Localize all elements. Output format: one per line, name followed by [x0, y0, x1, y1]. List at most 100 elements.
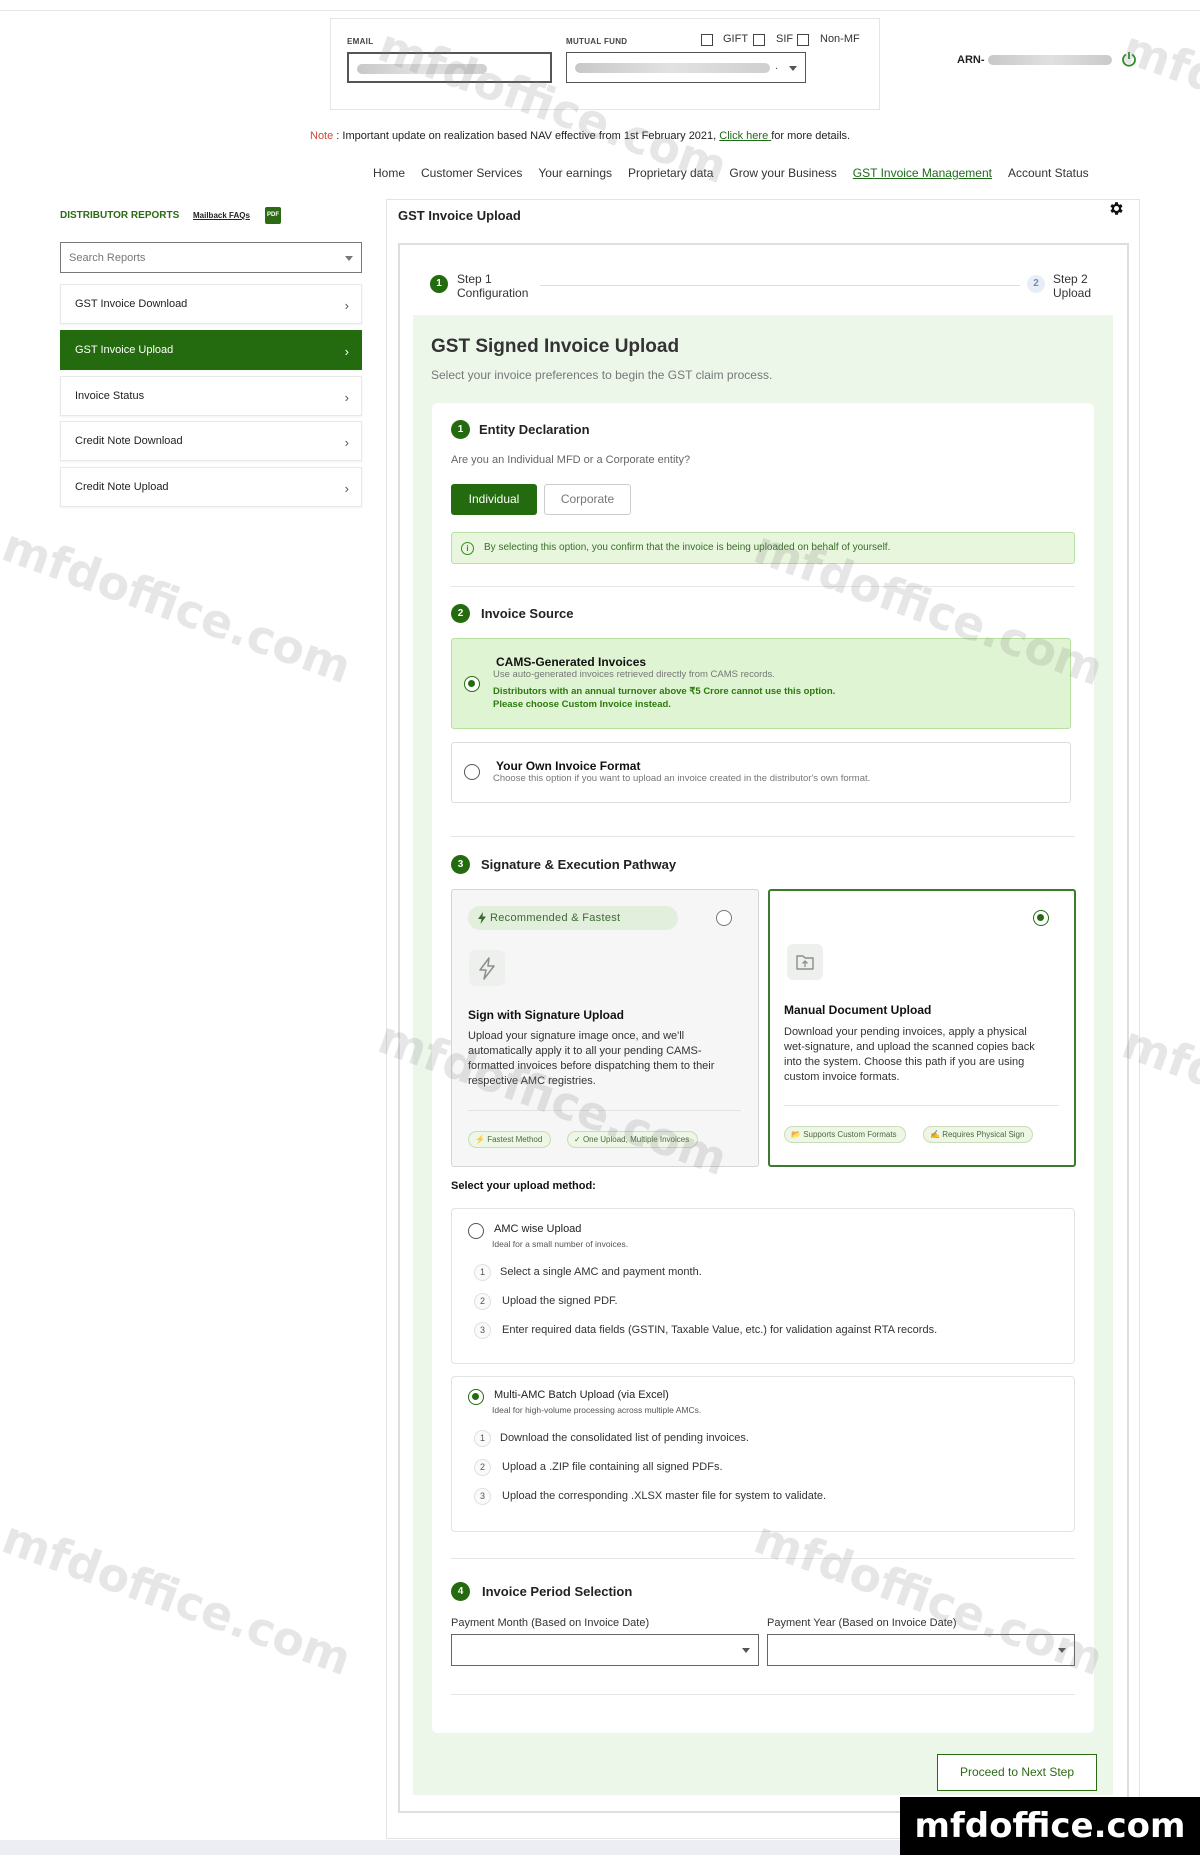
top-divider: [0, 10, 1200, 11]
gear-icon[interactable]: [1108, 200, 1125, 217]
cams-warning-line-1: Distributors with an annual turnover abo…: [493, 686, 836, 697]
non-mf-checkbox[interactable]: [797, 34, 809, 46]
sif-label: SIF: [776, 33, 794, 45]
note-click-here-link[interactable]: Click here: [719, 130, 771, 142]
tag-label: Requires Physical Sign: [942, 1130, 1025, 1139]
nav-your-earnings[interactable]: Your earnings: [538, 166, 612, 180]
sidebar-item-invoice-status[interactable]: Invoice Status ›: [60, 376, 362, 416]
manual-upload-description: Download your pending invoices, apply a …: [784, 1026, 1035, 1083]
cams-warning: Distributors with an annual turnover abo…: [493, 685, 835, 711]
upload-method-label: Select your upload method:: [451, 1180, 596, 1192]
step-text: Upload the signed PDF.: [502, 1295, 618, 1307]
sidebar-item-gst-invoice-download[interactable]: GST Invoice Download ›: [60, 284, 362, 324]
individual-button[interactable]: Individual: [451, 484, 537, 515]
mutual-fund-value-suffix: .: [775, 60, 779, 72]
non-mf-label: Non-MF: [820, 33, 860, 45]
email-field[interactable]: [347, 52, 552, 83]
section-divider: [451, 586, 1075, 587]
search-reports-placeholder: Search Reports: [69, 252, 146, 264]
chevron-right-icon: ›: [344, 344, 349, 359]
tag-label: Fastest Method: [487, 1135, 543, 1144]
power-icon[interactable]: [1121, 51, 1137, 67]
gift-checkbox[interactable]: [701, 34, 713, 46]
sif-checkbox[interactable]: [753, 34, 765, 46]
cams-warning-line-2: Please choose Custom Invoice instead.: [493, 699, 671, 710]
mutual-fund-label: MUTUAL FUND: [566, 37, 628, 46]
nav-home[interactable]: Home: [373, 166, 405, 180]
own-invoice-format-option[interactable]: Your Own Invoice Format Choose this opti…: [451, 742, 1071, 803]
stepper-line: [540, 285, 1020, 286]
step-number: 1: [474, 1430, 491, 1447]
sidebar-item-label: Invoice Status: [75, 390, 145, 402]
watermark: mfdoffice.com: [0, 518, 359, 695]
gift-label: GIFT: [723, 33, 749, 45]
tag-custom-formats: 📂 Supports Custom Formats: [784, 1126, 906, 1143]
payment-month-label: Payment Month (Based on Invoice Date): [451, 1617, 650, 1629]
mailback-faqs-link[interactable]: Mailback FAQs: [193, 211, 250, 220]
mutual-fund-select[interactable]: .: [566, 52, 806, 83]
nav-account-status[interactable]: Account Status: [1008, 166, 1089, 180]
section-heading: GST Signed Invoice Upload: [431, 336, 680, 357]
sidebar-item-label: GST Invoice Download: [75, 298, 188, 310]
payment-month-select[interactable]: [451, 1634, 759, 1666]
step-2-title: Step 2: [1053, 272, 1088, 286]
chevron-right-icon: ›: [344, 481, 349, 496]
entity-info-banner: i By selecting this option, you confirm …: [451, 532, 1075, 564]
pathway-title: Signature & Execution Pathway: [481, 857, 677, 872]
signature-upload-description: Upload your signature image once, and we…: [468, 1030, 715, 1087]
distributor-reports-title: DISTRIBUTOR REPORTS: [60, 210, 180, 221]
step-1-subtitle: Configuration: [457, 286, 529, 300]
proceed-next-step-button[interactable]: Proceed to Next Step: [937, 1754, 1097, 1791]
manual-upload-radio[interactable]: [1033, 910, 1049, 926]
sidebar-item-gst-invoice-upload[interactable]: GST Invoice Upload ›: [60, 330, 362, 370]
nav-update-note: Note : Important update on realization b…: [310, 130, 850, 142]
payment-year-label: Payment Year (Based on Invoice Date): [767, 1617, 957, 1629]
search-reports-select[interactable]: Search Reports: [60, 242, 362, 273]
brand-banner: mfdoffice.com: [900, 1797, 1200, 1855]
entity-info-text: By selecting this option, you confirm th…: [484, 542, 891, 553]
step-text: Download the consolidated list of pendin…: [500, 1432, 749, 1444]
nav-customer-services[interactable]: Customer Services: [421, 166, 522, 180]
multi-amc-radio[interactable]: [468, 1389, 484, 1405]
section-2-number: 2: [451, 604, 470, 623]
section-3-number: 3: [451, 855, 470, 874]
email-value-redacted: [357, 64, 487, 74]
amc-wise-upload-option[interactable]: AMC wise Upload Ideal for a small number…: [451, 1208, 1075, 1364]
tag-fastest-method: ⚡ Fastest Method: [468, 1131, 552, 1148]
recommended-badge: Recommended & Fastest: [468, 906, 678, 930]
step-number: 2: [474, 1459, 491, 1476]
entity-declaration-title: Entity Declaration: [479, 422, 590, 437]
signature-upload-radio[interactable]: [716, 910, 732, 926]
section-divider: [451, 1694, 1075, 1695]
step-text: Enter required data fields (GSTIN, Taxab…: [502, 1324, 938, 1336]
nav-grow-your-business[interactable]: Grow your Business: [729, 166, 836, 180]
section-divider: [451, 836, 1075, 837]
mutual-fund-value-redacted: [575, 63, 770, 73]
card-divider: [784, 1105, 1059, 1106]
section-subheading: Select your invoice preferences to begin…: [431, 368, 773, 382]
chevron-right-icon: ›: [344, 298, 349, 313]
sidebar-item-credit-note-download[interactable]: Credit Note Download ›: [60, 421, 362, 461]
tag-label: Supports Custom Formats: [803, 1130, 897, 1139]
sidebar-item-label: GST Invoice Upload: [75, 344, 174, 356]
signature-upload-option[interactable]: [451, 889, 759, 1167]
own-format-title: Your Own Invoice Format: [496, 759, 641, 773]
payment-year-select[interactable]: [767, 1634, 1075, 1666]
email-label: EMAIL: [347, 37, 374, 46]
amc-wise-radio[interactable]: [468, 1223, 484, 1239]
step-number: 1: [474, 1264, 491, 1281]
step-text: Upload the corresponding .XLSX master fi…: [502, 1490, 827, 1502]
amc-wise-subtitle: Ideal for a small number of invoices.: [492, 1239, 629, 1249]
multi-amc-batch-upload-option[interactable]: Multi-AMC Batch Upload (via Excel) Ideal…: [451, 1376, 1075, 1532]
nav-gst-invoice-management[interactable]: GST Invoice Management: [853, 166, 992, 180]
sidebar-item-credit-note-upload[interactable]: Credit Note Upload ›: [60, 467, 362, 507]
pdf-icon[interactable]: PDF: [265, 207, 281, 224]
multi-amc-subtitle: Ideal for high-volume processing across …: [492, 1405, 702, 1415]
corporate-button[interactable]: Corporate: [544, 484, 631, 515]
cams-radio[interactable]: [464, 676, 480, 692]
cams-invoice-option[interactable]: CAMS-Generated Invoices Use auto-generat…: [451, 638, 1071, 729]
chevron-down-icon: [789, 66, 797, 71]
tag-label: One Upload, Multiple Invoices: [582, 1135, 690, 1144]
own-format-radio[interactable]: [464, 764, 480, 780]
nav-proprietary-data[interactable]: Proprietary data: [628, 166, 713, 180]
